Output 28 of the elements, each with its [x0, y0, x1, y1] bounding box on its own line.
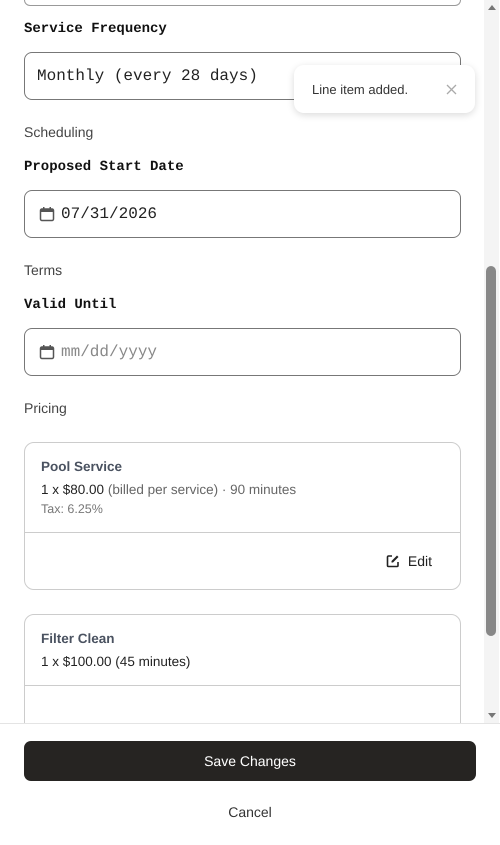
item-tax: Tax: 6.25% [41, 502, 104, 516]
close-icon[interactable] [446, 84, 457, 94]
date-field[interactable]: mm/dd/yyyy [24, 328, 461, 376]
edit-icon [386, 554, 400, 568]
field-value: 07/31/2026 [61, 205, 158, 223]
field-label: Valid Until [24, 297, 118, 315]
edit-button[interactable]: Edit [386, 551, 432, 571]
item-price: 1 x $100.00 (45 minutes) [41, 654, 192, 669]
item-name: Pool Service [41, 459, 124, 474]
scrollbar-thumb[interactable] [486, 266, 496, 636]
date-field[interactable]: 07/31/2026 [24, 190, 461, 238]
field-label: Service Frequency [24, 21, 168, 39]
item-price: 1 x $80.00 (billed per service) · 90 minutes [41, 482, 298, 497]
toast-message: Line item added. [312, 82, 408, 96]
scrollbar[interactable] [484, 0, 499, 723]
scroll-up-icon[interactable] [486, 4, 496, 10]
section-title: Scheduling [24, 124, 94, 142]
field-placeholder: mm/dd/yyyy [61, 343, 158, 361]
scroll-down-icon[interactable] [486, 713, 496, 719]
cancel-button[interactable]: Cancel [222, 800, 278, 824]
calendar-icon [39, 344, 55, 360]
field-value: Monthly (every 28 days) [37, 67, 258, 85]
section-title: Terms [24, 262, 64, 280]
field-label: Proposed Start Date [24, 159, 185, 177]
item-name: Filter Clean [41, 631, 116, 646]
calendar-icon [39, 206, 55, 222]
save-button[interactable]: Save Changes [24, 741, 476, 781]
section-title: Pricing [24, 400, 68, 418]
